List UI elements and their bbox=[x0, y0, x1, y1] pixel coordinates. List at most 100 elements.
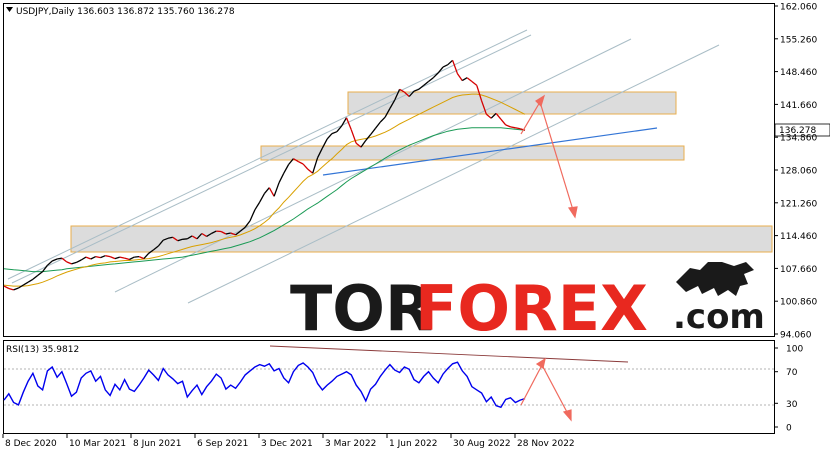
channel-lines bbox=[7, 29, 720, 304]
y-tick-label: 155.260 bbox=[780, 35, 817, 45]
support-zone bbox=[260, 145, 685, 161]
price-segment bbox=[182, 238, 188, 240]
price-segment bbox=[61, 257, 68, 263]
svg-text:TOR: TOR bbox=[290, 272, 433, 345]
y-tick-label: 128.060 bbox=[780, 167, 817, 177]
torforex-watermark: TOR FOREX .com bbox=[290, 262, 765, 345]
price-segment bbox=[13, 287, 19, 291]
price-segment bbox=[259, 193, 266, 203]
y-tick-label: 94.060 bbox=[780, 331, 812, 341]
price-segment bbox=[461, 77, 468, 82]
price-segment bbox=[466, 77, 473, 83]
price-segment bbox=[134, 255, 140, 258]
price-chart: 136.278 162.060155.260148.460141.660134.… bbox=[2, 3, 830, 449]
price-segment bbox=[254, 201, 261, 211]
price-segment bbox=[437, 66, 444, 74]
price-segment bbox=[471, 80, 478, 86]
price-segment bbox=[143, 252, 150, 260]
rsi-tick-label: 100 bbox=[786, 345, 803, 355]
price-segment bbox=[442, 64, 449, 68]
svg-text:.com: .com bbox=[673, 297, 765, 337]
price-segment bbox=[27, 278, 34, 283]
x-tick-label: 1 Jun 2022 bbox=[389, 439, 437, 449]
price-segment bbox=[485, 113, 492, 119]
price-segment bbox=[264, 187, 270, 194]
chart-header: USDJPY,Daily 136.603 136.872 135.760 136… bbox=[16, 7, 235, 17]
x-tick-label: 10 Mar 2021 bbox=[69, 439, 126, 449]
bull-logo-icon bbox=[676, 262, 754, 296]
x-tick-label: 3 Dec 2021 bbox=[261, 439, 313, 449]
price-segment bbox=[500, 118, 507, 126]
price-segment bbox=[51, 258, 58, 262]
y-tick-label: 148.460 bbox=[780, 68, 817, 78]
price-segment bbox=[418, 84, 425, 90]
y-tick-label: 162.060 bbox=[780, 3, 817, 13]
price-segment bbox=[138, 256, 145, 260]
price-segment bbox=[447, 59, 454, 66]
price-segment bbox=[22, 281, 29, 286]
price-segment bbox=[278, 172, 285, 184]
rsi-title: RSI(13) 35.9812 bbox=[6, 345, 79, 355]
price-segment bbox=[100, 255, 106, 259]
price-segment bbox=[326, 133, 333, 140]
price-segment bbox=[119, 256, 125, 259]
price-segment bbox=[370, 127, 377, 135]
x-axis: 8 Dec 2020 10 Mar 2021 8 Jun 2021 6 Sep 202… bbox=[2, 434, 575, 449]
price-segment bbox=[283, 164, 290, 174]
rsi-tick-label: 30 bbox=[786, 400, 798, 410]
price-segment bbox=[510, 126, 516, 129]
price-segment bbox=[413, 88, 420, 92]
dropdown-triangle-icon[interactable] bbox=[6, 7, 13, 12]
price-segment bbox=[114, 256, 120, 260]
y-axis-main: 162.060 155.260 148.460 141.660 134.860 128.0… bbox=[774, 3, 817, 341]
price-segment bbox=[249, 209, 256, 222]
svg-text:FOREX: FOREX bbox=[415, 272, 648, 345]
price-segment bbox=[80, 256, 87, 261]
y-tick-label: 134.860 bbox=[780, 134, 817, 144]
forecast-arrow-rsi bbox=[520, 357, 572, 422]
price-segment bbox=[71, 261, 77, 265]
x-tick-label: 6 Sep 2021 bbox=[197, 439, 248, 449]
y-axis-rsi: 100 70 30 0 bbox=[774, 345, 803, 434]
rsi-pane-frame bbox=[3, 340, 775, 434]
y-tick-label: 114.460 bbox=[780, 232, 817, 242]
price-segment bbox=[456, 73, 463, 81]
price-segment bbox=[331, 131, 338, 135]
price-segment bbox=[374, 121, 381, 129]
price-segment bbox=[505, 124, 511, 128]
price-segment bbox=[268, 187, 275, 197]
price-segment bbox=[124, 257, 130, 261]
rsi-divergence-line bbox=[269, 345, 629, 363]
price-segment bbox=[66, 261, 72, 265]
price-segment bbox=[3, 285, 10, 290]
ma-fast-line bbox=[3, 93, 526, 287]
x-tick-label: 8 Dec 2020 bbox=[5, 439, 57, 449]
y-tick-label: 141.660 bbox=[780, 101, 817, 111]
price-segment bbox=[95, 255, 101, 259]
price-segment bbox=[428, 77, 434, 83]
price-segment bbox=[273, 182, 280, 197]
x-tick-label: 3 Mar 2022 bbox=[325, 439, 376, 449]
rsi-tick-label: 0 bbox=[786, 424, 792, 434]
y-tick-label: 121.260 bbox=[780, 199, 817, 209]
price-segment bbox=[8, 287, 14, 291]
price-segment bbox=[345, 117, 352, 131]
price-segment bbox=[37, 271, 44, 276]
price-segment bbox=[307, 168, 314, 174]
y-tick-label: 100.860 bbox=[780, 298, 817, 308]
price-segment bbox=[32, 274, 39, 280]
price-segment bbox=[129, 256, 135, 261]
price-segment bbox=[85, 256, 92, 260]
rsi-tick-label: 70 bbox=[786, 368, 798, 378]
price-segment bbox=[515, 127, 521, 130]
price-segment bbox=[105, 255, 111, 258]
x-tick-label: 30 Aug 2022 bbox=[453, 439, 511, 449]
y-tick-label: 107.660 bbox=[780, 265, 817, 275]
price-segment bbox=[379, 116, 386, 123]
x-tick-label: 8 Jun 2021 bbox=[133, 439, 181, 449]
price-segment bbox=[76, 259, 82, 263]
price-segment bbox=[56, 257, 63, 260]
price-segment bbox=[109, 255, 116, 260]
price-segment bbox=[302, 163, 309, 170]
x-tick-label: 28 Nov 2022 bbox=[517, 439, 575, 449]
